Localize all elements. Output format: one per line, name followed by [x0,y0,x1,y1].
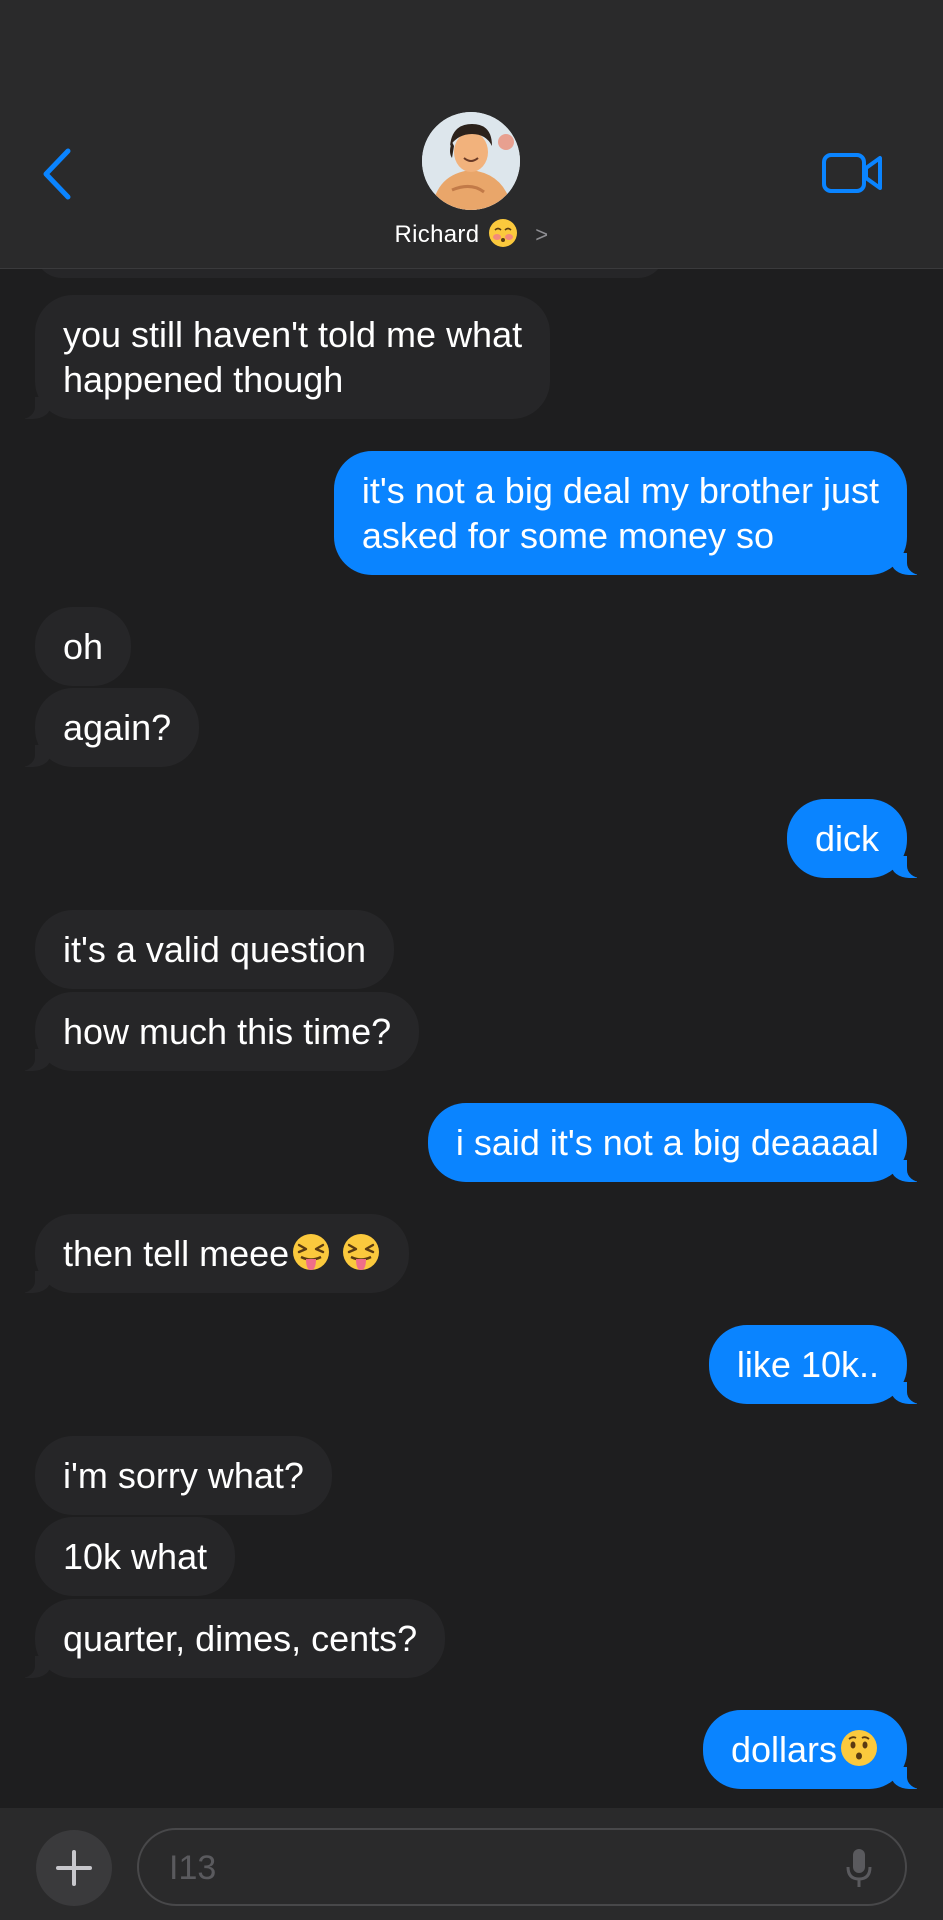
squinting-tongue-emoji [341,1232,381,1272]
message-text: dollars [730,1729,837,1770]
message-bubble-incoming-previous[interactable] [35,268,665,278]
plus-icon [56,1850,92,1886]
message-bubble-incoming[interactable]: 10k what [35,1517,236,1596]
message-text: happened though [63,359,344,400]
message-bubble-incoming[interactable]: i'm sorry what? [35,1436,332,1515]
message-text: 10k what [63,1536,208,1577]
message-text: quarter, dimes, cents? [63,1618,418,1659]
conversation-header: Richard > [0,0,943,269]
message-bubble-incoming[interactable]: quarter, dimes, cents? [12,1599,446,1678]
message-bubble-outgoing[interactable]: it's not a big deal my brother just aske… [333,451,930,575]
flushed-face-emoji [488,218,518,255]
message-bubble-incoming[interactable]: oh [35,607,132,686]
message-text: how much this time? [63,1011,392,1052]
contact-name: Richard [394,221,480,248]
message-bubble-outgoing[interactable]: i said it's not a big deaaaal [427,1103,930,1182]
message-text: it's not a big deal my brother just [361,470,879,511]
dictation-button[interactable] [845,1847,873,1889]
back-button[interactable] [38,145,78,203]
message-bubble-incoming[interactable]: it's a valid question [35,910,395,989]
microphone-icon [846,1849,872,1887]
message-text: i'm sorry what? [63,1455,304,1496]
message-input-field[interactable] [137,1828,907,1906]
chevron-left-icon [43,148,71,200]
contact-photo [422,112,520,210]
message-text: dick [814,818,879,859]
message-bubble-incoming[interactable]: again? [12,688,200,767]
message-text: i said it's not a big deaaaal [455,1122,879,1163]
message-text: like 10k.. [736,1344,879,1385]
message-bubble-incoming[interactable]: you still haven't told me what happened … [12,295,551,419]
message-text: asked for some money so [361,515,775,556]
chevron-right-icon: > [535,222,549,247]
message-text: then tell meee [63,1233,290,1274]
message-bubble-outgoing[interactable]: dick [786,799,930,878]
avatar[interactable] [422,112,520,210]
message-text: again? [63,707,172,748]
message-input[interactable] [167,1830,811,1906]
facetime-video-button[interactable] [822,152,884,194]
video-camera-icon [822,153,882,193]
contact-name-row[interactable]: Richard > [0,218,943,255]
apps-plus-button[interactable] [36,1830,112,1906]
squinting-tongue-emoji [291,1232,331,1272]
message-bubble-outgoing[interactable]: dollars [702,1710,930,1789]
message-text: you still haven't told me what [63,314,523,355]
message-bubble-incoming[interactable]: how much this time? [12,992,420,1071]
message-bubble-outgoing[interactable]: like 10k.. [708,1325,930,1404]
message-thread[interactable]: you still haven't told me what happened … [0,268,943,1808]
message-bubble-incoming[interactable]: then tell meee [12,1214,410,1293]
kissing-face-emoji [839,1728,879,1768]
message-text: oh [63,626,104,667]
message-text: it's a valid question [63,929,367,970]
